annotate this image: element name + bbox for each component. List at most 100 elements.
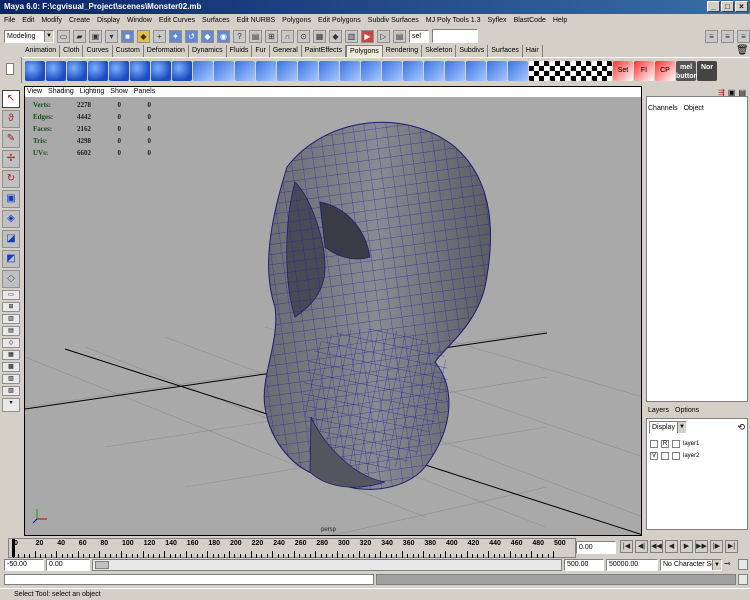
step-back-key-icon[interactable]: ◀◀	[650, 540, 663, 553]
select-tool-icon[interactable]: ↖	[2, 90, 20, 108]
mask-dynamics-icon[interactable]: ?	[233, 29, 246, 43]
append-polygon-icon[interactable]	[403, 60, 423, 81]
extract-icon[interactable]	[508, 60, 528, 81]
cp-button[interactable]: CP	[655, 60, 675, 81]
end-time-field[interactable]: 50000.00	[606, 559, 658, 571]
mask-rendering-icon[interactable]: ▤	[249, 29, 262, 43]
create-polygon-icon[interactable]	[424, 60, 444, 81]
script-editor-icon[interactable]	[738, 574, 748, 585]
layout-persp-outliner-icon[interactable]: ▥	[2, 314, 20, 324]
menu-file[interactable]: File	[4, 14, 15, 27]
menu-create[interactable]: Create	[69, 14, 90, 27]
snap-view-plane-icon[interactable]: ▦	[313, 29, 326, 43]
step-forward-icon[interactable]: |▶	[710, 540, 723, 553]
rotate-tool-icon[interactable]: ↻	[2, 170, 20, 188]
playback-start-field[interactable]: 0.00	[46, 559, 90, 571]
lasso-tool-icon[interactable]: ϑ	[2, 110, 20, 128]
object-menu[interactable]: Object	[684, 104, 704, 114]
soft-modification-icon[interactable]: ◪	[2, 230, 20, 248]
go-to-end-icon[interactable]: ▶|	[725, 540, 738, 553]
extrude-face-icon[interactable]	[298, 60, 318, 81]
menu-subdiv-surfaces[interactable]: Subdiv Surfaces	[368, 14, 419, 27]
mask-surfaces-icon[interactable]: ◆	[201, 29, 214, 43]
tab-skeleton[interactable]: Skeleton	[422, 45, 457, 57]
menu-edit[interactable]: Edit	[22, 14, 34, 27]
menu-display[interactable]: Display	[97, 14, 120, 27]
poly-prism-icon[interactable]	[151, 60, 171, 81]
menu-mj-poly-tools[interactable]: MJ Poly Tools 1.3	[426, 14, 481, 27]
extrude-edge-icon[interactable]	[319, 60, 339, 81]
tab-subdivs[interactable]: Subdivs	[456, 45, 489, 57]
split-polygon-icon[interactable]	[340, 60, 360, 81]
poly-pyramid-icon[interactable]	[172, 60, 192, 81]
last-tool-icon[interactable]: ◇	[2, 270, 20, 288]
smooth-icon[interactable]	[235, 60, 255, 81]
universal-manipulator-icon[interactable]: ◈	[2, 210, 20, 228]
tab-animation[interactable]: Animation	[22, 45, 61, 57]
nor-button[interactable]: Nor	[697, 60, 717, 81]
tab-surfaces[interactable]: Surfaces	[488, 45, 523, 57]
menu-surfaces[interactable]: Surfaces	[202, 14, 230, 27]
snap-curve-icon[interactable]: ∩	[281, 29, 294, 43]
menu-edit-curves[interactable]: Edit Curves	[159, 14, 195, 27]
layers-menu[interactable]: Layers	[648, 406, 669, 416]
layer-color-swatch[interactable]	[672, 452, 680, 460]
go-to-start-icon[interactable]: |◀	[620, 540, 633, 553]
automatic-mapping-icon[interactable]	[592, 60, 612, 81]
select-component-icon[interactable]: ◆	[137, 29, 150, 43]
layer-row[interactable]: R layer1	[647, 438, 747, 450]
combine-icon[interactable]	[193, 60, 213, 81]
show-tool-settings-icon[interactable]: ≡	[721, 29, 734, 43]
separate-icon[interactable]	[214, 60, 234, 81]
show-manipulator-icon[interactable]: ◩	[2, 250, 20, 268]
cylindrical-mapping-icon[interactable]	[550, 60, 570, 81]
selection-field-dropdown[interactable]: sel	[409, 29, 429, 43]
mask-curves-icon[interactable]: ↺	[185, 29, 198, 43]
play-backwards-icon[interactable]: ◀	[665, 540, 678, 553]
range-slider-handle[interactable]	[95, 561, 109, 569]
step-back-icon[interactable]: ◀|	[635, 540, 648, 553]
tab-curves[interactable]: Curves	[83, 45, 113, 57]
tab-cloth[interactable]: Cloth	[60, 45, 84, 57]
tab-deformation[interactable]: Deformation	[143, 45, 189, 57]
perspective-viewport[interactable]: View Shading Lighting Show Panels Verts:…	[24, 86, 642, 536]
mirror-icon[interactable]	[256, 60, 276, 81]
save-scene-icon[interactable]: ▣	[89, 29, 102, 43]
range-slider[interactable]	[92, 559, 562, 571]
menu-modify[interactable]: Modify	[41, 14, 62, 27]
show-channel-box-icon[interactable]: ≡	[737, 29, 750, 43]
poly-cube-icon[interactable]	[46, 60, 66, 81]
make-live-icon[interactable]: ◆	[329, 29, 342, 43]
fi-button[interactable]: FI	[634, 60, 654, 81]
tab-dynamics[interactable]: Dynamics	[188, 45, 227, 57]
close-button[interactable]: ×	[735, 1, 748, 12]
cut-faces-icon[interactable]	[361, 60, 381, 81]
menu-help[interactable]: Help	[553, 14, 567, 27]
layout-single-icon[interactable]: ▭	[2, 290, 20, 300]
layout-persp-graph-icon[interactable]: ▤	[2, 326, 20, 336]
layout-persp-hypershade-icon[interactable]: ▦	[2, 350, 20, 360]
poly-sphere-icon[interactable]	[25, 60, 45, 81]
current-time-indicator[interactable]	[12, 539, 15, 557]
mask-joints-icon[interactable]: ✦	[169, 29, 182, 43]
create-layer-icon[interactable]: ⟲	[737, 422, 745, 433]
layout-outliner-icon[interactable]: ▨	[2, 386, 20, 396]
options-menu[interactable]: Options	[675, 406, 699, 416]
mask-handles-icon[interactable]: +	[153, 29, 166, 43]
poly-cone-icon[interactable]	[88, 60, 108, 81]
playback-end-field[interactable]: 500.00	[564, 559, 604, 571]
play-forwards-icon[interactable]: ▶	[680, 540, 693, 553]
snap-grid-icon[interactable]: ⊞	[265, 29, 278, 43]
render-globals-icon[interactable]: ▤	[393, 29, 406, 43]
channel-box[interactable]	[646, 96, 748, 402]
select-hierarchy-icon[interactable]: ▾	[105, 29, 118, 43]
layer-type-dropdown[interactable]: Display ▼	[649, 421, 687, 434]
character-set-dropdown[interactable]: No Character Set ▼	[660, 559, 722, 571]
menu-syflex[interactable]: Syflex	[488, 14, 507, 27]
layer-display-type-toggle[interactable]	[661, 452, 669, 460]
open-scene-icon[interactable]: ▰	[73, 29, 86, 43]
auto-key-icon[interactable]: ⊸	[724, 559, 731, 568]
command-line-input[interactable]	[4, 574, 374, 585]
show-attribute-editor-icon[interactable]: ≡	[705, 29, 718, 43]
poly-plane-icon[interactable]	[109, 60, 129, 81]
